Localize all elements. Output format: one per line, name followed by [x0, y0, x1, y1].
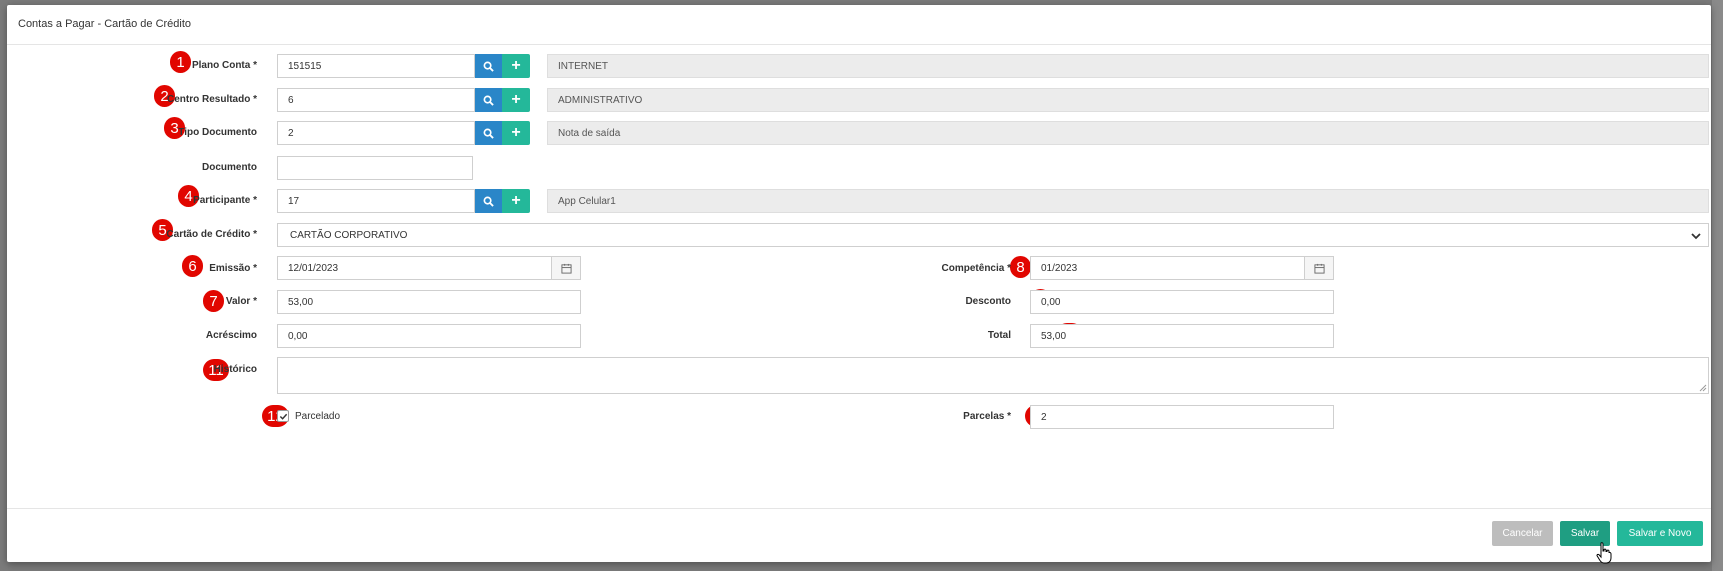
check-icon [279, 413, 287, 420]
parcelas-input[interactable] [1030, 405, 1334, 429]
participante-description: App Celular1 [547, 189, 1709, 213]
modal-dialog: Contas a Pagar - Cartão de Crédito 1 Pla… [7, 5, 1711, 562]
search-icon [483, 95, 494, 106]
documento-label: Documento [202, 162, 257, 173]
desconto-label: Desconto [965, 296, 1011, 307]
plus-icon: + [511, 124, 521, 141]
participante-add-button[interactable]: + [502, 189, 530, 213]
participante-label: Participante * [193, 195, 257, 206]
calendar-icon [1313, 263, 1325, 274]
plano-conta-search-button[interactable] [475, 54, 502, 78]
chevron-down-icon [1691, 233, 1701, 240]
centro-resultado-add-button[interactable]: + [502, 88, 530, 112]
centro-resultado-input[interactable] [277, 88, 475, 112]
cancel-button[interactable]: Cancelar [1492, 521, 1553, 546]
plus-icon: + [511, 91, 521, 108]
total-input[interactable] [1030, 324, 1334, 348]
plus-icon: + [511, 192, 521, 209]
plano-conta-input[interactable] [277, 54, 475, 78]
cartao-credito-label: Cartão de Crédito * [166, 229, 257, 240]
search-icon [483, 196, 494, 207]
plus-icon: + [511, 57, 521, 74]
annotation-badge-8: 8 [1010, 256, 1031, 278]
search-icon [483, 61, 494, 72]
calendar-icon [560, 263, 572, 274]
modal-title: Contas a Pagar - Cartão de Crédito [18, 18, 192, 30]
competencia-calendar-button[interactable] [1304, 256, 1334, 280]
participante-input[interactable] [277, 189, 475, 213]
participante-search-button[interactable] [475, 189, 502, 213]
centro-resultado-label: Centro Resultado * [166, 94, 257, 105]
acrescimo-label: Acréscimo [205, 330, 257, 341]
plano-conta-add-button[interactable]: + [502, 54, 530, 78]
plano-conta-label: Plano Conta * [191, 60, 257, 71]
cartao-credito-select[interactable]: CARTÃO CORPORATIVO [277, 223, 1709, 247]
total-label: Total [987, 330, 1011, 341]
modal-header: Contas a Pagar - Cartão de Crédito [7, 5, 1711, 45]
hand-pointer-icon [1596, 542, 1612, 564]
plano-conta-description: INTERNET [547, 54, 1709, 78]
search-icon [483, 128, 494, 139]
documento-input[interactable] [277, 156, 473, 180]
emissao-input[interactable] [277, 256, 553, 280]
historico-textarea[interactable] [277, 357, 1709, 394]
parcelado-checkbox[interactable] [277, 410, 289, 422]
background-app-edge-right [1712, 0, 1723, 571]
competencia-input[interactable] [1030, 256, 1306, 280]
tipo-documento-input[interactable] [277, 121, 475, 145]
modal-footer: Cancelar Salvar Salvar e Novo [7, 508, 1711, 562]
centro-resultado-search-button[interactable] [475, 88, 502, 112]
valor-input[interactable] [277, 290, 581, 314]
save-and-new-button[interactable]: Salvar e Novo [1617, 521, 1703, 546]
tipo-documento-search-button[interactable] [475, 121, 502, 145]
cartao-credito-value: CARTÃO CORPORATIVO [290, 230, 408, 241]
tipo-documento-label: Tipo Documento [178, 127, 257, 138]
desconto-input[interactable] [1030, 290, 1334, 314]
parcelado-label: Parcelado [295, 411, 341, 422]
tipo-documento-add-button[interactable]: + [502, 121, 530, 145]
historico-label: Histórico [213, 364, 257, 375]
valor-label: Valor * [225, 296, 257, 307]
competencia-label: Competência * [941, 263, 1011, 274]
acrescimo-input[interactable] [277, 324, 581, 348]
emissao-calendar-button[interactable] [551, 256, 581, 280]
tipo-documento-description: Nota de saída [547, 121, 1709, 145]
parcelas-label: Parcelas * [963, 411, 1011, 422]
centro-resultado-description: ADMINISTRATIVO [547, 88, 1709, 112]
emissao-label: Emissão * [209, 263, 257, 274]
resize-handle-icon[interactable] [1699, 384, 1707, 392]
